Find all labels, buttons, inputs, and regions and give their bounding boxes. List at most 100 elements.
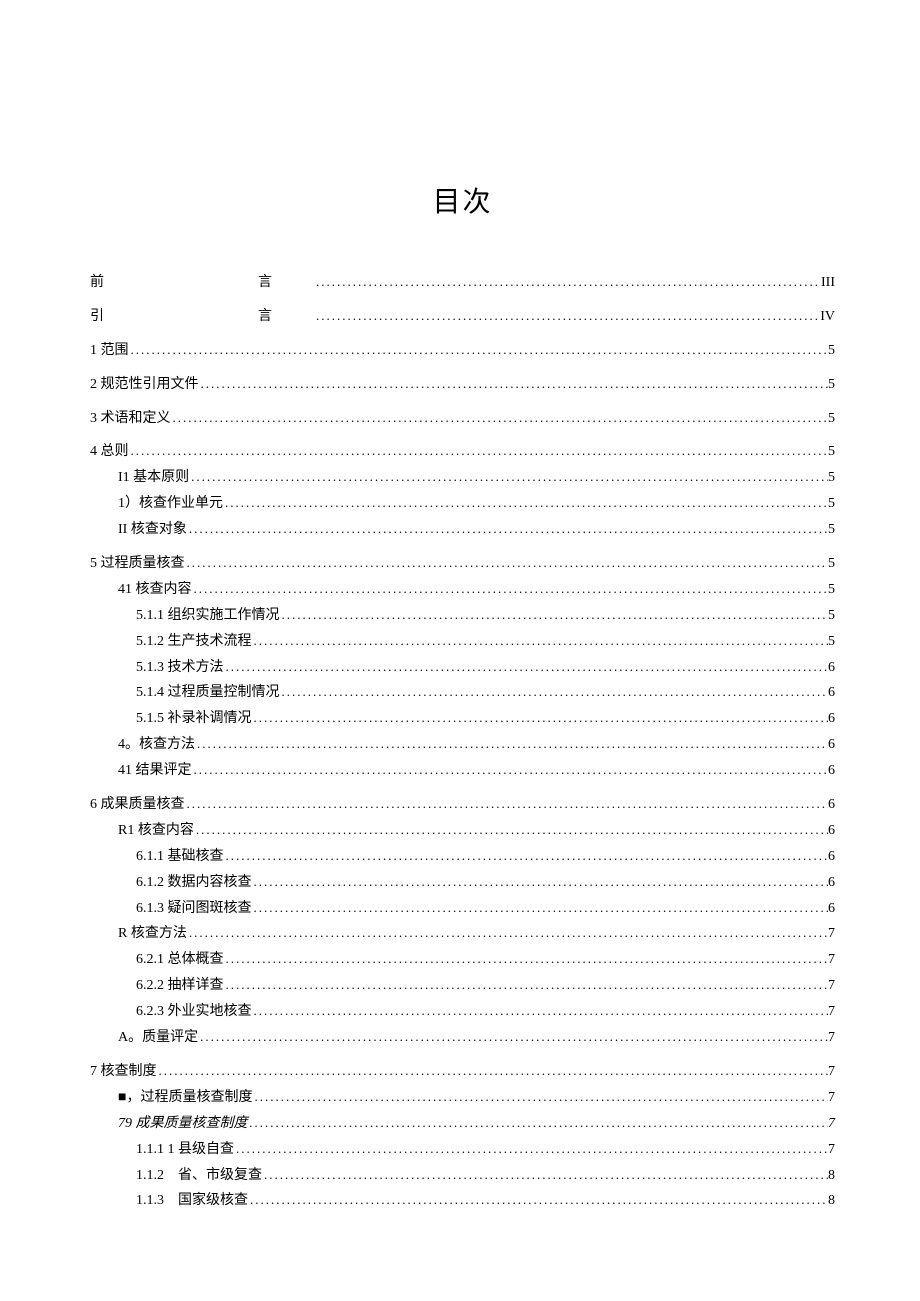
toc-entry: 1.1.2 省、市级复查 8 — [90, 1163, 835, 1189]
toc-entry-label: 1.1.2 省、市级复查 — [136, 1163, 262, 1189]
toc-entry: 4。核查方法 6 — [90, 732, 835, 758]
toc-entry-label: 6.1.3 疑问图斑核查 — [136, 896, 252, 922]
toc-entry: 41 结果评定 6 — [90, 758, 835, 784]
toc-entry-label: 7 核查制度 — [90, 1059, 157, 1085]
toc-entry: 5.1.3 技术方法6 — [90, 655, 835, 681]
toc-entry-page: 7 — [828, 1059, 835, 1085]
toc-entry-label: 79 成果质量核查制度 — [118, 1111, 248, 1137]
toc-entry-label: 2 规范性引用文件 — [90, 372, 199, 398]
toc-entry-page: 5 — [828, 372, 835, 398]
toc-entry: 1.1.3 国家级核查 8 — [90, 1188, 835, 1214]
toc-entry-label: 6.1.2 数据内容核查 — [136, 870, 252, 896]
toc-entry-page: 6 — [828, 680, 835, 706]
toc-leader-dots — [129, 439, 829, 463]
toc-entry-label: 6.2.1 总体概查 — [136, 947, 224, 973]
toc-entry-page: 6 — [828, 818, 835, 844]
toc-entry: 5.1.5 补录补调情况6 — [90, 706, 835, 732]
toc-leader-dots — [185, 792, 829, 816]
toc-leader-dots — [252, 999, 829, 1023]
toc-entry-page: 8 — [828, 1163, 835, 1189]
toc-entry-label: 1 范围 — [90, 338, 129, 364]
toc-leader-dots — [252, 870, 829, 894]
toc-entry: R 核查方法7 — [90, 921, 835, 947]
toc-leader-dots — [157, 1059, 829, 1083]
toc-entry: 引 言IV — [90, 304, 835, 330]
toc-entry-label: 6.2.2 抽样详查 — [136, 973, 224, 999]
toc-entry: I1 基本原则 5 — [90, 465, 835, 491]
toc-leader-dots — [185, 551, 829, 575]
toc-entry: 1）核查作业单元 5 — [90, 491, 835, 517]
toc-entry-label: A。质量评定 — [118, 1025, 198, 1051]
toc-entry-page: 7 — [828, 999, 835, 1025]
toc-entry-page: 5 — [828, 465, 835, 491]
toc-leader-dots — [192, 577, 829, 601]
toc-entry-label: 前 言 — [90, 270, 314, 296]
toc-leader-dots — [224, 973, 829, 997]
toc-section: 7 核查制度7■，过程质量核查制度779 成果质量核查制度 71.1.1 1 县… — [90, 1059, 835, 1214]
toc-entry-page: 6 — [828, 732, 835, 758]
toc-leader-dots — [199, 372, 829, 396]
toc-entry-page: 6 — [828, 706, 835, 732]
toc-section: 前 言 III — [90, 270, 835, 296]
toc-leader-dots — [187, 921, 828, 945]
toc-leader-dots — [171, 406, 829, 430]
toc-entry-label: 5.1.3 技术方法 — [136, 655, 224, 681]
toc-section: 6 成果质量核查6R1 核查内容 66.1.1 基础核查66.1.2 数据内容核… — [90, 792, 835, 1051]
toc-entry: 6.1.3 疑问图斑核查 6 — [90, 896, 835, 922]
toc-entry-page: 7 — [828, 1085, 835, 1111]
toc-section: 2 规范性引用文件 5 — [90, 372, 835, 398]
toc-leader-dots — [223, 491, 828, 515]
toc-entry-page: 7 — [828, 921, 835, 947]
toc-entry: 2 规范性引用文件 5 — [90, 372, 835, 398]
toc-entry-page: III — [821, 270, 835, 296]
toc-entry: 3 术语和定义5 — [90, 406, 835, 432]
toc-leader-dots — [198, 1025, 828, 1049]
toc-title: 目次 — [90, 180, 835, 220]
toc-list: 前 言III引 言IV1 范围52 规范性引用文件53 术语和定义54 总则5I… — [90, 270, 835, 1214]
toc-entry: 6 成果质量核查6 — [90, 792, 835, 818]
toc-entry: 7 核查制度 7 — [90, 1059, 835, 1085]
toc-entry-page: 6 — [828, 758, 835, 784]
toc-section: 1 范围5 — [90, 338, 835, 364]
toc-leader-dots — [314, 304, 820, 328]
toc-entry: II 核查对象 5 — [90, 517, 835, 543]
toc-leader-dots — [129, 338, 829, 362]
toc-leader-dots — [195, 732, 828, 756]
toc-entry-label: 引 言 — [90, 304, 314, 330]
toc-entry-page: 6 — [828, 870, 835, 896]
toc-entry-page: 6 — [828, 792, 835, 818]
toc-entry-page: 5 — [828, 551, 835, 577]
toc-leader-dots — [248, 1111, 829, 1135]
toc-entry: 6.1.1 基础核查6 — [90, 844, 835, 870]
toc-entry-page: 7 — [828, 1137, 835, 1163]
toc-leader-dots — [314, 270, 821, 294]
toc-entry-page: 6 — [828, 844, 835, 870]
toc-entry: 5.1.2 生产技术流程5 — [90, 629, 835, 655]
toc-leader-dots — [248, 1188, 828, 1212]
toc-leader-dots — [192, 758, 829, 782]
toc-entry-label: 6.2.3 外业实地核查 — [136, 999, 252, 1025]
toc-entry-label: II 核查对象 — [118, 517, 187, 543]
toc-entry-label: I1 基本原则 — [118, 465, 189, 491]
toc-entry-label: 5.1.1 组织实施工作情况 — [136, 603, 280, 629]
toc-entry-page: 7 — [828, 1025, 835, 1051]
toc-leader-dots — [252, 896, 829, 920]
toc-entry-page: 8 — [828, 1188, 835, 1214]
toc-entry: ■，过程质量核查制度7 — [90, 1085, 835, 1111]
toc-entry-page: 7 — [828, 1111, 835, 1137]
toc-entry-label: 5.1.2 生产技术流程 — [136, 629, 252, 655]
toc-leader-dots — [194, 818, 828, 842]
toc-entry: 1 范围5 — [90, 338, 835, 364]
toc-entry-page: 7 — [828, 947, 835, 973]
toc-leader-dots — [224, 947, 829, 971]
toc-leader-dots — [262, 1163, 828, 1187]
toc-entry: 4 总则5 — [90, 439, 835, 465]
toc-entry-page: 5 — [828, 517, 835, 543]
toc-entry: 5.1.4 过程质量控制情况6 — [90, 680, 835, 706]
toc-leader-dots — [252, 629, 829, 653]
toc-entry-page: 6 — [828, 896, 835, 922]
toc-entry: 前 言 III — [90, 270, 835, 296]
toc-leader-dots — [280, 680, 829, 704]
toc-section: 5 过程质量核查541 核查内容 55.1.1 组织实施工作情况55.1.2 生… — [90, 551, 835, 784]
toc-entry: 5 过程质量核查5 — [90, 551, 835, 577]
